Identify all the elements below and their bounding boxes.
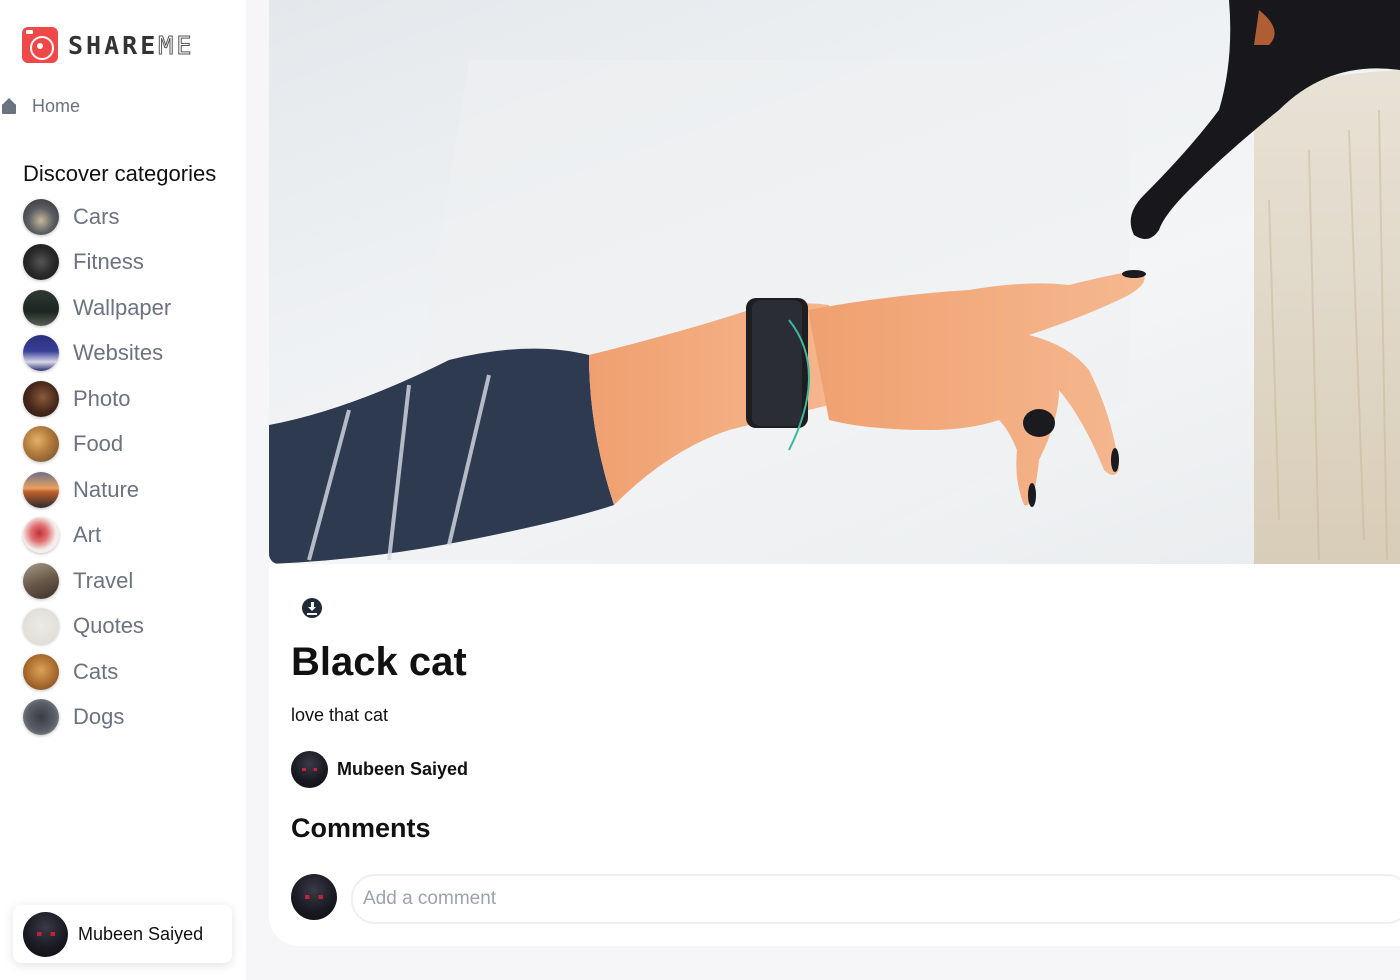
- category-list: Cars Fitness Wallpaper Websites Photo Fo…: [23, 194, 171, 740]
- home-icon: [2, 97, 18, 115]
- avatar: [23, 911, 68, 957]
- category-label: Fitness: [73, 249, 144, 275]
- category-item-quotes[interactable]: Quotes: [23, 604, 171, 650]
- category-label: Websites: [73, 340, 164, 366]
- category-thumbnail: [23, 289, 59, 326]
- category-thumbnail: [23, 244, 59, 281]
- category-thumbnail: [23, 380, 59, 417]
- pin-title: Black cat: [291, 640, 467, 684]
- category-item-cats[interactable]: Cats: [23, 649, 171, 695]
- author-name: Mubeen Saiyed: [337, 759, 469, 779]
- pin-description: love that cat: [291, 705, 389, 725]
- category-thumbnail: [23, 699, 59, 736]
- category-label: Cars: [73, 203, 120, 229]
- category-item-food[interactable]: Food: [23, 422, 171, 468]
- sidebar: SHAREME Home Discover categories Cars Fi…: [0, 0, 246, 980]
- category-thumbnail: [23, 608, 59, 645]
- category-label: Quotes: [73, 613, 144, 639]
- category-item-websites[interactable]: Websites: [23, 331, 171, 377]
- avatar: [291, 874, 337, 920]
- logo-text: SHAREME: [68, 30, 195, 60]
- discover-categories-title: Discover categories: [23, 161, 217, 186]
- category-item-photo[interactable]: Photo: [23, 376, 171, 422]
- category-label: Nature: [73, 476, 140, 502]
- category-label: Photo: [73, 385, 131, 411]
- category-label: Travel: [73, 567, 134, 593]
- category-label: Dogs: [73, 704, 125, 730]
- user-profile-card[interactable]: Mubeen Saiyed: [13, 905, 232, 963]
- logo-text-bold: SHARE: [68, 30, 159, 60]
- category-thumbnail: [23, 471, 59, 508]
- category-label: Cats: [73, 658, 119, 684]
- category-item-wallpaper[interactable]: Wallpaper: [23, 285, 171, 331]
- comment-input[interactable]: [351, 874, 1400, 924]
- pin-author[interactable]: Mubeen Saiyed: [291, 751, 468, 788]
- home-link[interactable]: Home: [0, 96, 80, 117]
- avatar: [291, 751, 328, 788]
- camera-icon: [22, 27, 58, 63]
- category-item-cars[interactable]: Cars: [23, 194, 171, 240]
- category-label: Food: [73, 431, 124, 457]
- category-item-dogs[interactable]: Dogs: [23, 695, 171, 741]
- category-label: Wallpaper: [73, 294, 172, 320]
- comment-composer: [291, 874, 337, 920]
- app-logo[interactable]: SHAREME: [22, 27, 194, 63]
- category-thumbnail: [23, 517, 59, 554]
- download-icon[interactable]: [302, 598, 322, 618]
- category-item-nature[interactable]: Nature: [23, 467, 171, 513]
- category-item-fitness[interactable]: Fitness: [23, 240, 171, 286]
- category-thumbnail: [23, 335, 59, 372]
- download-icon-base: [307, 612, 317, 615]
- category-label: Art: [73, 522, 102, 548]
- category-thumbnail: [23, 562, 59, 599]
- pin-image: [269, 0, 1400, 564]
- comments-title: Comments: [291, 813, 431, 843]
- home-label: Home: [32, 96, 81, 116]
- user-name: Mubeen Saiyed: [78, 923, 204, 944]
- logo-text-light: ME: [158, 30, 195, 60]
- category-thumbnail: [23, 198, 59, 235]
- category-item-travel[interactable]: Travel: [23, 558, 171, 604]
- category-item-art[interactable]: Art: [23, 513, 171, 559]
- category-thumbnail: [23, 426, 59, 463]
- category-thumbnail: [23, 653, 59, 690]
